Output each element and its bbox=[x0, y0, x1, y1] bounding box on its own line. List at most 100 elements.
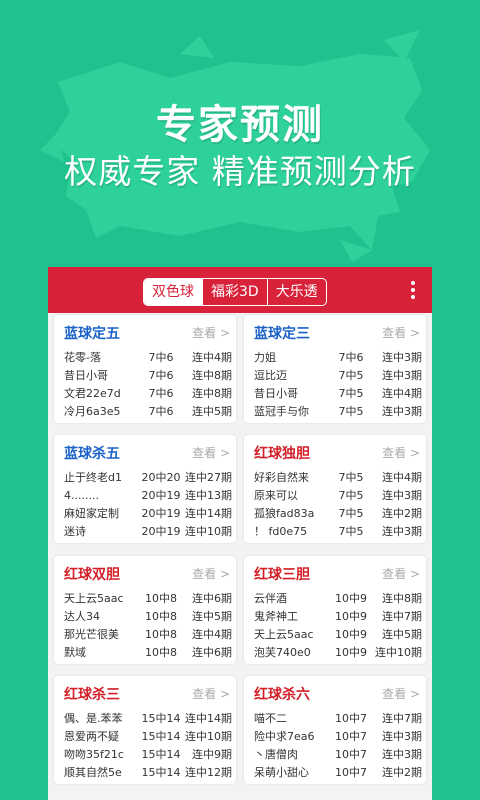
expert-row[interactable]: 力姐 7中6 连中3期 bbox=[254, 349, 422, 367]
expert-row[interactable]: 顺其自然5e 15中14 连中12期 bbox=[64, 764, 232, 782]
expert-row[interactable]: 花零-落 7中6 连中4期 bbox=[64, 349, 232, 367]
view-more-link[interactable]: 查看 > bbox=[192, 565, 230, 582]
expert-name: 鬼斧神工 bbox=[254, 610, 298, 623]
expert-row[interactable]: 喵不二 10中7 连中7期 bbox=[254, 710, 422, 728]
expert-row[interactable]: 呆萌小甜心 10中7 连中2期 bbox=[254, 764, 422, 782]
view-more-link[interactable]: 查看 > bbox=[382, 444, 420, 461]
expert-row[interactable]: 原来可以 7中5 连中3期 bbox=[254, 487, 422, 505]
streak-count: 连中3期 bbox=[382, 525, 422, 538]
expert-name: ！ fd0e75 bbox=[254, 525, 308, 538]
expert-row[interactable]: 逗比迈 7中5 连中3期 bbox=[254, 367, 422, 385]
view-more-link[interactable]: 查看 > bbox=[382, 565, 420, 582]
streak-count: 连中3期 bbox=[382, 730, 422, 743]
app-screen: 双色球 福彩3D 大乐透 蓝球定五 查看 > 花零-落 7中6 连中4期 昔日小哥 7中6 连… bbox=[48, 267, 432, 800]
expert-row[interactable]: 丶唐僧肉 10中7 连中3期 bbox=[254, 746, 422, 764]
hit-ratio: 7中5 bbox=[338, 489, 364, 502]
expert-row[interactable]: 天上云5aac 10中8 连中6期 bbox=[64, 590, 232, 608]
prediction-card[interactable]: 红球独胆 查看 > 好彩自然来 7中5 连中4期 原来可以 7中5 连中3期 孤狼fad83a 7… bbox=[244, 435, 426, 543]
expert-row[interactable]: 吻吻35f21c 15中14 连中9期 bbox=[64, 746, 232, 764]
prediction-card[interactable]: 蓝球杀五 查看 > 止于终老d1 20中20 连中27期 4........ 20中19 连中… bbox=[54, 435, 236, 543]
top-bar: 双色球 福彩3D 大乐透 bbox=[48, 267, 432, 313]
expert-list: 花零-落 7中6 连中4期 昔日小哥 7中6 连中8期 文君22e7d 7中6 连中8期 冷月6a… bbox=[64, 349, 232, 421]
streak-count: 连中4期 bbox=[192, 351, 232, 364]
expert-row[interactable]: 那光芒很美 10中8 连中4期 bbox=[64, 626, 232, 644]
streak-count: 连中4期 bbox=[192, 628, 232, 641]
prediction-card[interactable]: 蓝球定五 查看 > 花零-落 7中6 连中4期 昔日小哥 7中6 连中8期 文君22e7d 7中6… bbox=[54, 315, 236, 423]
card-title: 蓝球定三 bbox=[254, 326, 310, 342]
more-menu-icon[interactable] bbox=[410, 281, 416, 301]
expert-row[interactable]: 泡芙740e0 10中9 连中10期 bbox=[254, 644, 422, 662]
expert-row[interactable]: 云伴酒 10中9 连中8期 bbox=[254, 590, 422, 608]
expert-list: 力姐 7中6 连中3期 逗比迈 7中5 连中3期 昔日小哥 7中5 连中4期 蓝冠手与你 7中5 连中… bbox=[254, 349, 422, 421]
expert-row[interactable]: 好彩自然来 7中5 连中4期 bbox=[254, 469, 422, 487]
expert-row[interactable]: 鬼斧神工 10中9 连中7期 bbox=[254, 608, 422, 626]
expert-row[interactable]: ！ fd0e75 7中5 连中3期 bbox=[254, 523, 422, 541]
streak-count: 连中13期 bbox=[185, 489, 232, 502]
streak-count: 连中8期 bbox=[192, 369, 232, 382]
expert-row[interactable]: 4........ 20中19 连中13期 bbox=[64, 487, 232, 505]
view-more-link[interactable]: 查看 > bbox=[192, 685, 230, 702]
streak-count: 连中3期 bbox=[382, 748, 422, 761]
prediction-card[interactable]: 蓝球定三 查看 > 力姐 7中6 连中3期 逗比迈 7中5 连中3期 昔日小哥 7中5 连中4期 蓝冠… bbox=[244, 315, 426, 423]
hero-title: 专家预测 bbox=[156, 102, 324, 148]
card-title: 蓝球杀五 bbox=[64, 446, 120, 462]
expert-row[interactable]: 迷诗 20中19 连中10期 bbox=[64, 523, 232, 541]
hit-ratio: 15中14 bbox=[141, 730, 181, 743]
expert-row[interactable]: 蓝冠手与你 7中5 连中3期 bbox=[254, 403, 422, 421]
expert-row[interactable]: 险中求7ea6 10中7 连中3期 bbox=[254, 728, 422, 746]
streak-count: 连中14期 bbox=[185, 507, 232, 520]
expert-row[interactable]: 昔日小哥 7中6 连中8期 bbox=[64, 367, 232, 385]
streak-count: 连中14期 bbox=[185, 712, 232, 725]
expert-row[interactable]: 孤狼fad83a 7中5 连中2期 bbox=[254, 505, 422, 523]
streak-count: 连中8期 bbox=[382, 592, 422, 605]
view-more-link[interactable]: 查看 > bbox=[192, 444, 230, 461]
card-title: 蓝球定五 bbox=[64, 326, 120, 342]
hit-ratio: 7中5 bbox=[338, 525, 364, 538]
hit-ratio: 7中5 bbox=[338, 387, 364, 400]
streak-count: 连中9期 bbox=[192, 748, 232, 761]
hit-ratio: 7中6 bbox=[148, 405, 174, 418]
expert-row[interactable]: 达人34 10中8 连中5期 bbox=[64, 608, 232, 626]
hit-ratio: 7中6 bbox=[338, 351, 364, 364]
expert-row[interactable]: 恩爱两不疑 15中14 连中10期 bbox=[64, 728, 232, 746]
expert-name: 天上云5aac bbox=[64, 592, 124, 605]
expert-name: 冷月6a3e5 bbox=[64, 405, 121, 418]
tab-fucai3d[interactable]: 福彩3D bbox=[202, 279, 267, 305]
streak-count: 连中27期 bbox=[185, 471, 232, 484]
prediction-card[interactable]: 红球杀三 查看 > 偶、是.苯苯 15中14 连中14期 恩爱两不疑 15中14 连中10期吻… bbox=[54, 676, 236, 784]
expert-row[interactable]: 麻妞家定制 20中19 连中14期 bbox=[64, 505, 232, 523]
expert-row[interactable]: 止于终老d1 20中20 连中27期 bbox=[64, 469, 232, 487]
expert-name: 达人34 bbox=[64, 610, 100, 623]
prediction-card[interactable]: 红球双胆 查看 > 天上云5aac 10中8 连中6期 达人34 10中8 连中5期 那光芒很美… bbox=[54, 556, 236, 664]
hit-ratio: 10中7 bbox=[335, 712, 367, 725]
hit-ratio: 7中6 bbox=[148, 351, 174, 364]
hit-ratio: 10中9 bbox=[335, 610, 367, 623]
card-title: 红球三胆 bbox=[254, 567, 310, 583]
hero-subtitle: 权威专家 精准预测分析 bbox=[64, 152, 416, 191]
expert-list: 云伴酒 10中9 连中8期 鬼斧神工 10中9 连中7期 天上云5aac 10中9 连中5期 泡芙… bbox=[254, 590, 422, 662]
expert-name: 好彩自然来 bbox=[254, 471, 309, 484]
expert-name: 麻妞家定制 bbox=[64, 507, 119, 520]
hit-ratio: 7中5 bbox=[338, 471, 364, 484]
expert-name: 力姐 bbox=[254, 351, 276, 364]
tab-daletou[interactable]: 大乐透 bbox=[266, 279, 326, 305]
prediction-card[interactable]: 红球杀六 查看 > 喵不二 10中7 连中7期 险中求7ea6 10中7 连中3期 丶唐僧肉 10… bbox=[244, 676, 426, 784]
hit-ratio: 15中14 bbox=[141, 748, 181, 761]
expert-row[interactable]: 偶、是.苯苯 15中14 连中14期 bbox=[64, 710, 232, 728]
hit-ratio: 20中19 bbox=[141, 507, 181, 520]
tab-shuangseqiu[interactable]: 双色球 bbox=[144, 279, 202, 305]
expert-row[interactable]: 冷月6a3e5 7中6 连中5期 bbox=[64, 403, 232, 421]
expert-row[interactable]: 天上云5aac 10中9 连中5期 bbox=[254, 626, 422, 644]
expert-row[interactable]: 默域 10中8 连中6期 bbox=[64, 644, 232, 662]
expert-row[interactable]: 文君22e7d 7中6 连中8期 bbox=[64, 385, 232, 403]
expert-name: 原来可以 bbox=[254, 489, 298, 502]
card-title: 红球杀三 bbox=[64, 687, 120, 703]
view-more-link[interactable]: 查看 > bbox=[382, 324, 420, 341]
expert-name: 云伴酒 bbox=[254, 592, 287, 605]
prediction-card[interactable]: 红球三胆 查看 > 云伴酒 10中9 连中8期 鬼斧神工 10中9 连中7期 天上云5aac 10… bbox=[244, 556, 426, 664]
hit-ratio: 10中7 bbox=[335, 748, 367, 761]
view-more-link[interactable]: 查看 > bbox=[382, 685, 420, 702]
expert-row[interactable]: 昔日小哥 7中5 连中4期 bbox=[254, 385, 422, 403]
expert-name: 呆萌小甜心 bbox=[254, 766, 309, 779]
view-more-link[interactable]: 查看 > bbox=[192, 324, 230, 341]
